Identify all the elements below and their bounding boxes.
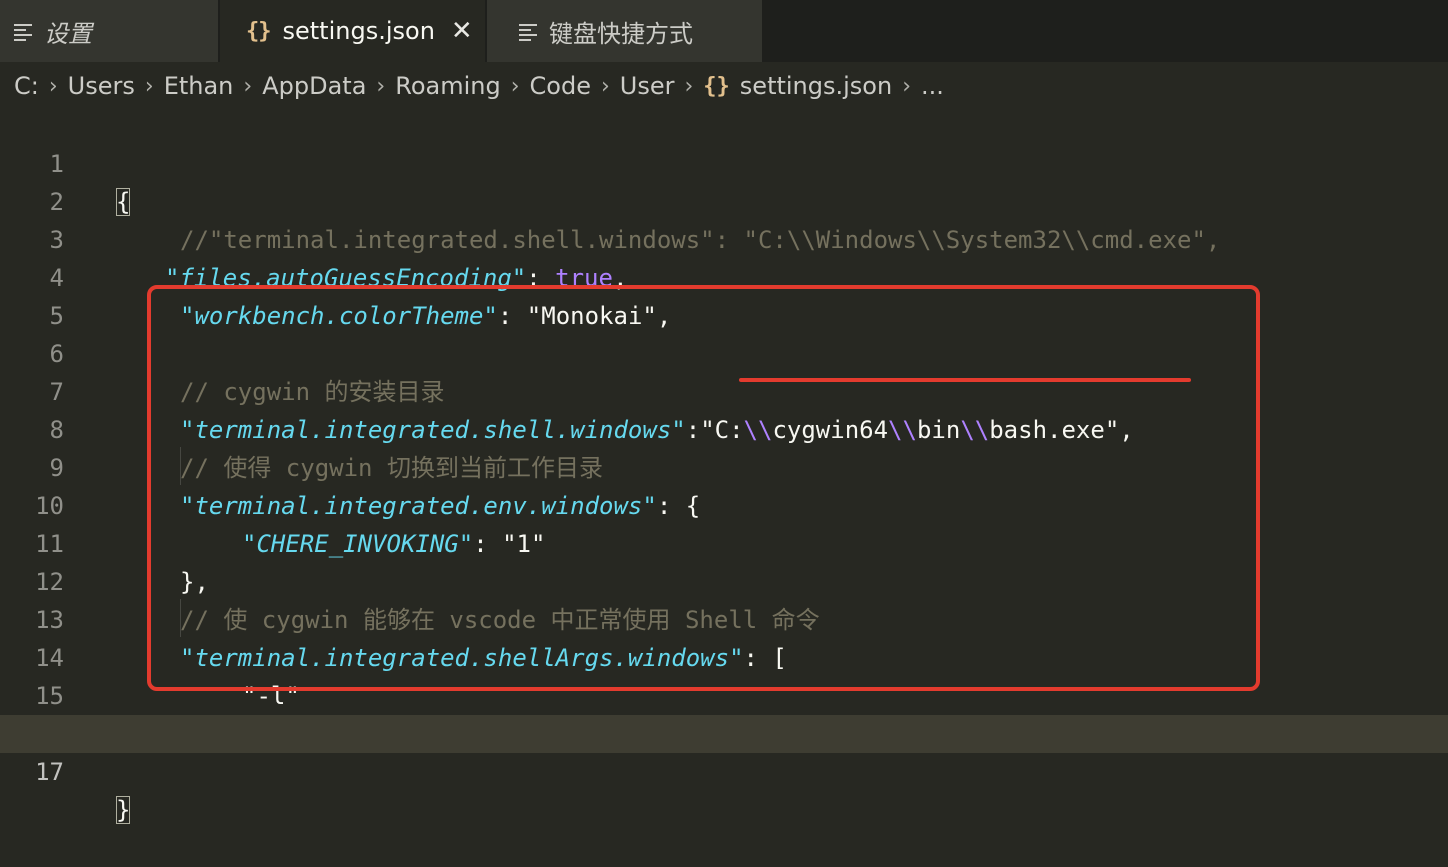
line-number: 17	[35, 758, 64, 786]
chevron-right-icon: ›	[243, 73, 253, 99]
keyboard-lines-icon	[519, 23, 537, 41]
breadcrumb: C: › Users › Ethan › AppData › Roaming ›…	[0, 62, 1448, 110]
chevron-right-icon: ›	[48, 73, 58, 99]
code-line[interactable]: 2 //"terminal.integrated.shell.windows":…	[0, 145, 1448, 254]
editor-tab-bar: 设置 {} settings.json ✕ 键盘快捷方式	[0, 0, 1448, 62]
tab-label: 键盘快捷方式	[549, 19, 693, 48]
closing-brace: }	[116, 796, 131, 824]
close-icon[interactable]: ✕	[451, 18, 473, 44]
breadcrumb-item-code[interactable]: Code	[530, 72, 591, 100]
json-braces-icon: {}	[703, 73, 730, 99]
breadcrumb-item-file[interactable]: settings.json	[740, 72, 892, 100]
chevron-right-icon: ›	[144, 73, 154, 99]
annotation-underline	[739, 378, 1191, 382]
line-content: }	[116, 791, 131, 829]
chevron-right-icon: ›	[600, 73, 610, 99]
annotation-highlight-box	[147, 285, 1260, 691]
chevron-right-icon: ›	[510, 73, 520, 99]
tab-label: settings.json	[282, 17, 435, 45]
tab-label: 设置	[44, 19, 92, 48]
json-braces-icon: {}	[246, 18, 271, 44]
settings-lines-icon	[14, 23, 32, 41]
code-line[interactable]: 4 "workbench.colorTheme": "Monokai",	[0, 221, 1448, 330]
breadcrumb-item-ethan[interactable]: Ethan	[164, 72, 234, 100]
code-line[interactable]: 1 {	[0, 107, 1448, 216]
breadcrumb-item-users[interactable]: Users	[68, 72, 135, 100]
code-line[interactable]: 3 "files.autoGuessEncoding": true,	[0, 183, 1448, 292]
breadcrumb-item-appdata[interactable]: AppData	[262, 72, 366, 100]
chevron-right-icon: ›	[376, 73, 386, 99]
code-line-current[interactable]: 17 }	[0, 715, 1448, 824]
chevron-right-icon: ›	[684, 73, 694, 99]
breadcrumb-item-symbols[interactable]: ...	[921, 72, 944, 100]
chevron-right-icon: ›	[902, 73, 912, 99]
breadcrumb-item-drive[interactable]: C:	[14, 72, 39, 100]
breadcrumb-item-user[interactable]: User	[620, 72, 675, 100]
breadcrumb-item-roaming[interactable]: Roaming	[395, 72, 500, 100]
tab-settings-ui[interactable]: 设置	[0, 0, 218, 62]
tab-settings-json[interactable]: {} settings.json ✕	[220, 0, 485, 62]
tab-keyboard-shortcuts[interactable]: 键盘快捷方式	[487, 0, 762, 62]
